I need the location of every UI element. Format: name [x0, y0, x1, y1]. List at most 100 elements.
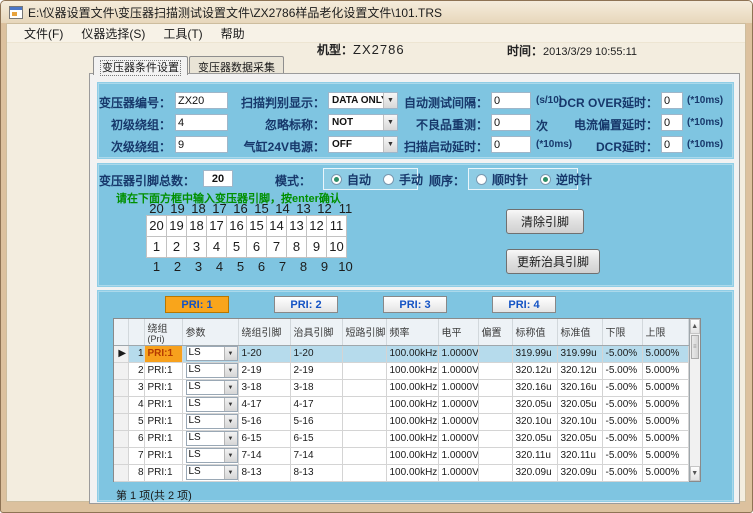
- table-row[interactable]: 8PRI:1LS▼8-138-13100.00kHz1.0000V320.09u…: [114, 464, 688, 481]
- dropdown-arrow-icon: ▼: [224, 415, 237, 428]
- scan-start-delay-input[interactable]: [491, 136, 531, 153]
- short-pins-cell: [342, 447, 386, 464]
- total-pins-input[interactable]: [203, 170, 233, 187]
- menu-item[interactable]: 仪器选择(S): [72, 24, 154, 43]
- pin-input[interactable]: 2: [166, 236, 187, 258]
- table-row[interactable]: 7PRI:1LS▼7-147-14100.00kHz1.0000V320.11u…: [114, 447, 688, 464]
- pin-input[interactable]: 19: [166, 215, 187, 237]
- pin-input[interactable]: 1: [146, 236, 167, 258]
- param-select[interactable]: LS▼: [186, 431, 238, 446]
- row-selector[interactable]: ▶: [114, 345, 128, 362]
- scan-display-label: 扫描判别显示：: [241, 94, 325, 111]
- secondary-winding-label: 次级绕组：: [111, 138, 171, 155]
- param-select[interactable]: LS▼: [186, 363, 238, 378]
- pin-input[interactable]: 11: [326, 215, 347, 237]
- param-select[interactable]: LS▼: [186, 397, 238, 412]
- pin-input[interactable]: 16: [226, 215, 247, 237]
- dcr-delay-input[interactable]: [661, 136, 683, 153]
- cylinder-power-select[interactable]: OFF ▼: [328, 136, 398, 153]
- tab-condition-settings[interactable]: 变压器条件设置: [93, 56, 188, 75]
- param-select[interactable]: LS▼: [186, 448, 238, 463]
- pin-input[interactable]: 18: [186, 215, 207, 237]
- param-select[interactable]: LS▼: [186, 414, 238, 429]
- table-row[interactable]: 2PRI:1LS▼2-192-19100.00kHz1.0000V320.12u…: [114, 362, 688, 379]
- pin-input[interactable]: 4: [206, 236, 227, 258]
- dcr-over-delay-input[interactable]: [661, 92, 683, 109]
- menu-item[interactable]: 帮助: [212, 24, 254, 43]
- freq-header: 频率: [386, 319, 438, 345]
- pin-input[interactable]: 20: [146, 215, 167, 237]
- row-selector[interactable]: [114, 379, 128, 396]
- primary-winding-input[interactable]: [175, 114, 228, 131]
- standard-cell: 320.09u: [557, 464, 602, 481]
- pin-input[interactable]: 9: [306, 236, 327, 258]
- pin-input[interactable]: 6: [246, 236, 267, 258]
- pin-input[interactable]: 8: [286, 236, 307, 258]
- row-selector[interactable]: [114, 413, 128, 430]
- order-clockwise-radio[interactable]: [476, 174, 487, 185]
- winding-cell: PRI:1: [144, 379, 182, 396]
- pin-bottom-label: 9: [314, 259, 335, 274]
- scan-display-select[interactable]: DATA ONLY ▼: [328, 92, 398, 109]
- ignore-nominal-select[interactable]: NOT ▼: [328, 114, 398, 131]
- menu-item[interactable]: 工具(T): [154, 24, 211, 43]
- freq-cell: 100.00kHz: [386, 430, 438, 447]
- update-fixture-pins-button[interactable]: 更新治具引脚: [506, 249, 600, 274]
- pin-input[interactable]: 14: [266, 215, 287, 237]
- table-row[interactable]: 4PRI:1LS▼4-174-17100.00kHz1.0000V320.05u…: [114, 396, 688, 413]
- standard-cell: 320.10u: [557, 413, 602, 430]
- mode-manual-radio[interactable]: [383, 174, 394, 185]
- table-scrollbar[interactable]: ▲ ≡ ▼: [689, 319, 701, 481]
- pin-input[interactable]: 17: [206, 215, 227, 237]
- title-bar[interactable]: E:\仪器设置文件\变压器扫描测试设置文件\ZX2786样品老化设置文件\101…: [1, 1, 752, 23]
- pri-tab-button[interactable]: PRI: 4: [492, 296, 556, 313]
- scroll-up-icon[interactable]: ▲: [690, 319, 701, 334]
- pri-tab-button[interactable]: PRI: 3: [383, 296, 447, 313]
- pin-input[interactable]: 7: [266, 236, 287, 258]
- table-row[interactable]: 5PRI:1LS▼5-165-16100.00kHz1.0000V320.10u…: [114, 413, 688, 430]
- pin-bottom-inputs: 12345678910: [146, 236, 346, 258]
- menu-item[interactable]: 文件(F): [15, 24, 72, 43]
- order-counterclockwise-radio[interactable]: [540, 174, 551, 185]
- tab-data-collection[interactable]: 变压器数据采集: [189, 56, 284, 74]
- pri-tab-button[interactable]: PRI: 2: [274, 296, 338, 313]
- scrollbar-track[interactable]: [690, 360, 701, 466]
- row-selector[interactable]: [114, 362, 128, 379]
- scrollbar-thumb[interactable]: ≡: [691, 335, 700, 359]
- pin-input[interactable]: 13: [286, 215, 307, 237]
- pin-input[interactable]: 3: [186, 236, 207, 258]
- secondary-winding-input[interactable]: [175, 136, 228, 153]
- param-select[interactable]: LS▼: [186, 346, 238, 361]
- level-cell: 1.0000V: [438, 464, 478, 481]
- row-selector[interactable]: [114, 396, 128, 413]
- row-number: 4: [128, 396, 144, 413]
- table-row[interactable]: 6PRI:1LS▼6-156-15100.00kHz1.0000V320.05u…: [114, 430, 688, 447]
- lower-cell: -5.00%: [602, 345, 642, 362]
- transformer-no-input[interactable]: [175, 92, 228, 109]
- pin-input[interactable]: 10: [326, 236, 347, 258]
- table-row[interactable]: ▶1PRI:1LS▼1-201-20100.00kHz1.0000V319.99…: [114, 345, 688, 362]
- row-selector[interactable]: [114, 430, 128, 447]
- mode-auto-radio[interactable]: [331, 174, 342, 185]
- freq-cell: 100.00kHz: [386, 413, 438, 430]
- row-number: 5: [128, 413, 144, 430]
- retest-defective-input[interactable]: [491, 114, 531, 131]
- row-selector[interactable]: [114, 464, 128, 481]
- pin-input[interactable]: 5: [226, 236, 247, 258]
- row-number: 2: [128, 362, 144, 379]
- level-cell: 1.0000V: [438, 379, 478, 396]
- pin-input[interactable]: 15: [246, 215, 267, 237]
- row-selector[interactable]: [114, 447, 128, 464]
- nominal-cell: 320.16u: [512, 379, 557, 396]
- winding-pins-header: 绕组引脚: [238, 319, 290, 345]
- pin-input[interactable]: 12: [306, 215, 327, 237]
- scroll-down-icon[interactable]: ▼: [690, 466, 701, 481]
- clear-pins-button[interactable]: 清除引脚: [506, 209, 584, 234]
- pri-tab-button[interactable]: PRI: 1: [165, 296, 229, 313]
- param-select[interactable]: LS▼: [186, 465, 238, 480]
- current-bias-delay-input[interactable]: [661, 114, 683, 131]
- auto-test-interval-input[interactable]: [491, 92, 531, 109]
- table-row[interactable]: 3PRI:1LS▼3-183-18100.00kHz1.0000V320.16u…: [114, 379, 688, 396]
- time-value: 2013/3/29 10:55:11: [543, 46, 637, 58]
- param-select[interactable]: LS▼: [186, 380, 238, 395]
